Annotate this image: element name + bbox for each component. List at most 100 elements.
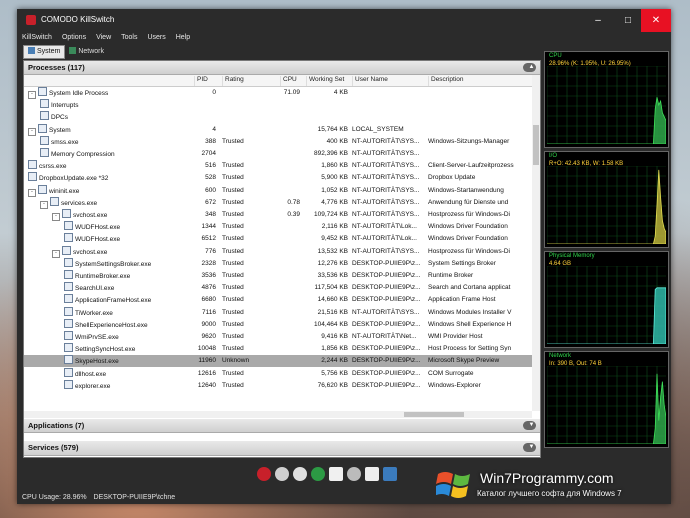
process-row[interactable]: Interrupts <box>24 99 532 111</box>
scroll-thumb[interactable] <box>533 125 539 165</box>
process-icon <box>38 87 47 96</box>
process-row[interactable]: csrss.exe 516 Trusted 1,860 KB NT-AUTORITÄT\… <box>24 160 532 172</box>
process-row[interactable]: - System 4 15,764 KB LOCAL_SYSTEM <box>24 123 532 136</box>
process-desc-cell: System Settings Broker <box>428 259 496 267</box>
process-row[interactable]: SkypeHost.exe 11960 Unknown 2,244 KB DESKTOP… <box>24 355 532 368</box>
col-pid[interactable]: PID <box>194 76 219 86</box>
expand-icon[interactable]: ▼ <box>523 421 536 430</box>
graph-plot <box>547 66 666 144</box>
process-desc-cell: Microsoft Skype Preview <box>428 357 500 365</box>
menu-view[interactable]: View <box>91 32 116 44</box>
process-row[interactable]: TiWorker.exe 7116 Trusted 21,516 KB NT-AUTOR… <box>24 306 532 319</box>
process-user-cell: DESKTOP-PUIIE9P\z... <box>352 381 421 389</box>
menu-killswitch[interactable]: KillSwitch <box>17 32 57 44</box>
expand-icon[interactable]: ▼ <box>523 443 536 452</box>
process-rating-cell: Trusted <box>222 369 244 377</box>
process-row[interactable]: Memory Compression 2704 892,396 KB NT-AUTOR… <box>24 148 532 160</box>
process-icon <box>64 367 73 377</box>
process-cpu-cell: 0.78 <box>287 198 300 206</box>
process-cpu-cell: 71.09 <box>283 89 300 96</box>
menu-options[interactable]: Options <box>57 32 91 44</box>
process-pid-cell: 4 <box>212 125 216 133</box>
process-name-cell: - svchost.exe <box>52 245 192 259</box>
process-pid-cell: 9000 <box>201 320 216 328</box>
process-row[interactable]: - wininit.exe 600 Trusted 1,052 KB NT-AUTORIT… <box>24 184 532 197</box>
tools-icon[interactable] <box>275 467 289 481</box>
horizontal-scrollbar[interactable] <box>24 411 532 418</box>
services-section-header[interactable]: Services (579) ▼ <box>24 441 540 456</box>
process-desc-cell: Windows-Explorer <box>428 381 481 389</box>
network-icon[interactable] <box>383 467 397 481</box>
col-description[interactable]: Description <box>428 76 531 86</box>
process-ws-cell: 76,620 KB <box>317 381 348 389</box>
process-name-cell: WmiPrvSE.exe <box>64 331 192 344</box>
process-user-cell: NT-AUTORITÄT\SYS... <box>352 186 420 194</box>
browser-icon[interactable] <box>311 467 325 481</box>
process-pid-cell: 2704 <box>201 150 216 157</box>
window-icon[interactable] <box>365 467 379 481</box>
tree-expander-icon[interactable]: - <box>40 200 48 209</box>
process-row[interactable]: - svchost.exe 776 Trusted 13,532 KB NT-AUTORI… <box>24 245 532 259</box>
process-row[interactable]: WUDFHost.exe 6512 Trusted 9,452 KB NT-AUTORI… <box>24 233 532 245</box>
app-window: COMODO KillSwitch – □ ✕ KillSwitch Option… <box>17 9 671 504</box>
process-rating-cell: Trusted <box>222 174 244 182</box>
vertical-scrollbar[interactable] <box>532 75 540 411</box>
process-ws-cell: 9,416 KB <box>321 333 348 340</box>
process-row[interactable]: ShellExperienceHost.exe 9000 Trusted 104,46… <box>24 318 532 331</box>
process-row[interactable]: ApplicationFrameHost.exe 6680 Trusted 14,66… <box>24 294 532 306</box>
col-working-set[interactable]: Working Set <box>306 76 351 86</box>
process-row[interactable]: dllhost.exe 12616 Trusted 5,756 KB DESKTOP-P… <box>24 367 532 380</box>
process-row[interactable]: smss.exe 388 Trusted 400 KB NT-AUTORITÄT\SYS… <box>24 135 532 148</box>
processes-section-header[interactable]: Processes (117) ▲ <box>24 61 540 75</box>
process-pid-cell: 6512 <box>201 235 216 243</box>
process-icon <box>28 172 37 182</box>
process-row[interactable]: RuntimeBroker.exe 3536 Trusted 33,536 KB DES… <box>24 270 532 282</box>
process-row[interactable]: WmiPrvSE.exe 9620 Trusted 9,416 KB NT-AUTORI… <box>24 331 532 343</box>
process-row[interactable]: DropboxUpdate.exe *32 528 Trusted 5,900 KB N… <box>24 172 532 184</box>
close-button[interactable]: ✕ <box>641 9 671 32</box>
process-pid-cell: 0 <box>212 89 216 96</box>
tree-expander-icon[interactable]: - <box>52 249 60 258</box>
process-row[interactable]: SystemSettingsBroker.exe 2328 Trusted 12,27… <box>24 257 532 270</box>
tab-system[interactable]: System <box>23 45 66 59</box>
col-cpu[interactable]: CPU <box>280 76 303 86</box>
process-row[interactable]: DPCs <box>24 111 532 123</box>
process-icon <box>64 379 73 389</box>
process-row[interactable]: SettingSyncHost.exe 10048 Trusted 1,856 KB D… <box>24 343 532 355</box>
minimize-button[interactable]: – <box>583 9 613 32</box>
tree-expander-icon[interactable]: - <box>52 213 60 221</box>
process-pid-cell: 6680 <box>201 296 216 304</box>
process-name: System <box>49 126 71 134</box>
killswitch-icon[interactable] <box>293 467 307 481</box>
col-user-name[interactable]: User Name <box>352 76 427 86</box>
menu-help[interactable]: Help <box>171 32 195 44</box>
menu-users[interactable]: Users <box>142 32 170 44</box>
tree-expander-icon[interactable]: - <box>28 91 36 99</box>
process-desc-cell: Windows Driver Foundation <box>428 223 508 231</box>
comodo-icon[interactable] <box>257 467 271 481</box>
tab-network[interactable]: Network <box>65 46 108 58</box>
process-row[interactable]: - svchost.exe 348 Trusted 0.39 109,724 KB NT-A… <box>24 209 532 221</box>
video-icon[interactable] <box>329 467 343 481</box>
process-row[interactable]: - System Idle Process 0 71.09 4 KB <box>24 87 532 99</box>
process-desc-cell: Windows Driver Foundation <box>428 235 508 243</box>
applications-section-header[interactable]: Applications (7) ▼ <box>24 419 540 433</box>
maximize-button[interactable]: □ <box>613 9 643 32</box>
process-desc-cell: Hostprozess für Windows-Di <box>428 211 510 218</box>
process-ws-cell: 400 KB <box>326 137 348 145</box>
process-row[interactable]: - services.exe 672 Trusted 0.78 4,776 KB NT-AU… <box>24 196 532 209</box>
col-rating[interactable]: Rating <box>222 76 275 86</box>
process-row[interactable]: SearchUI.exe 4876 Trusted 117,504 KB DESKTOP… <box>24 282 532 294</box>
collapse-icon[interactable]: ▲ <box>523 63 536 72</box>
tree-expander-icon[interactable]: - <box>28 188 36 197</box>
process-row[interactable]: WUDFHost.exe 1344 Trusted 2,116 KB NT-AUTORI… <box>24 221 532 233</box>
process-cpu-cell: 0.39 <box>287 211 300 218</box>
tree-expander-icon[interactable]: - <box>28 127 36 136</box>
process-rating-cell: Trusted <box>222 198 244 206</box>
hscroll-thumb[interactable] <box>404 412 464 417</box>
globe-icon[interactable] <box>347 467 361 481</box>
process-ws-cell: 4,776 KB <box>321 198 348 206</box>
process-pid-cell: 776 <box>205 247 216 255</box>
menu-tools[interactable]: Tools <box>116 32 142 44</box>
process-row[interactable]: explorer.exe 12640 Trusted 76,620 KB DESKTOP… <box>24 379 532 392</box>
